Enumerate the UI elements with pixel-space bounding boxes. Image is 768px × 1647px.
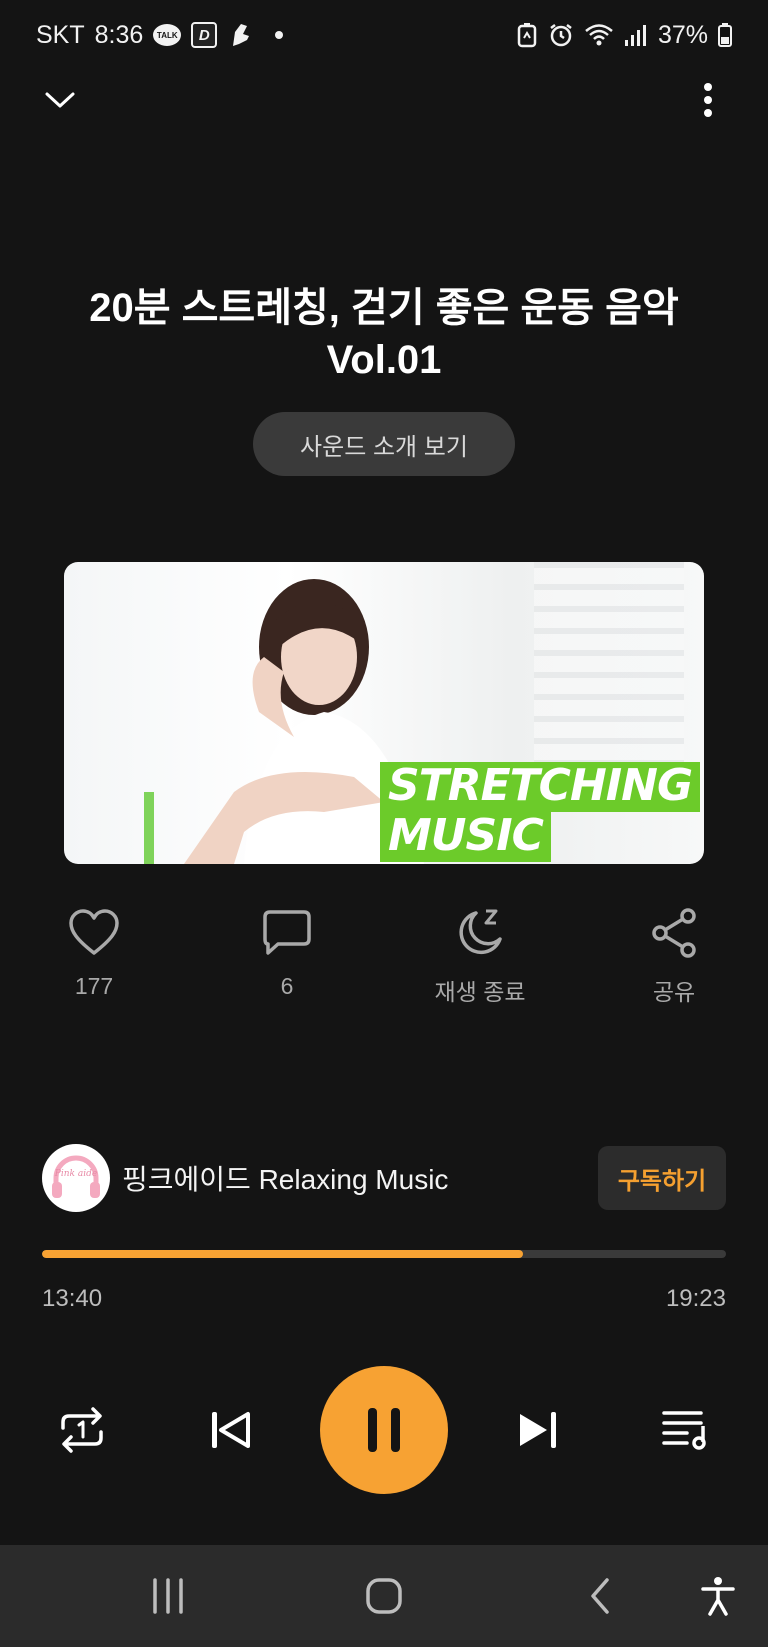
like-count: 177 bbox=[74, 973, 114, 999]
window-blind-decoration bbox=[534, 562, 684, 792]
recent-apps-icon bbox=[153, 1578, 183, 1614]
status-left: SKT 8:36 TALK D bbox=[36, 20, 284, 50]
chevron-down-icon bbox=[45, 92, 75, 108]
playlist-button[interactable] bbox=[658, 1402, 714, 1458]
accessibility-icon bbox=[701, 1577, 735, 1616]
channel-row: Pink aide 핑크에이드 Relaxing Music 구독하기 bbox=[42, 1143, 726, 1213]
alarm-icon bbox=[548, 22, 574, 48]
battery-icon bbox=[718, 22, 732, 48]
heart-icon bbox=[66, 905, 122, 961]
thumbnail-caption-line2: MUSIC bbox=[380, 812, 551, 862]
moon-sleep-icon bbox=[452, 905, 508, 961]
track-title-line2: Vol.01 bbox=[326, 338, 442, 382]
repeat-one-icon bbox=[61, 1407, 103, 1453]
track-title: 20분 스트레칭, 걷기 좋은 운동 음악 Vol.01 bbox=[40, 282, 728, 386]
more-options-button[interactable] bbox=[688, 80, 728, 120]
carrier: SKT bbox=[36, 20, 85, 49]
recent-apps-button[interactable] bbox=[143, 1571, 193, 1621]
skip-previous-icon bbox=[212, 1412, 250, 1448]
top-bar bbox=[0, 70, 768, 130]
home-button[interactable] bbox=[359, 1571, 409, 1621]
skip-next-icon bbox=[520, 1412, 556, 1448]
total-time: 19:23 bbox=[665, 1285, 726, 1312]
notification-dot-icon bbox=[275, 31, 284, 39]
clock: 8:36 bbox=[94, 20, 144, 49]
play-pause-button[interactable] bbox=[320, 1366, 448, 1494]
sleep-timer-button[interactable]: 재생 종료 bbox=[400, 905, 560, 1007]
thumbnail-caption: STRETCHING MUSIC bbox=[380, 762, 701, 862]
battery-saver-icon bbox=[516, 22, 538, 48]
playlist-icon bbox=[662, 1411, 706, 1450]
track-thumbnail: STRETCHING MUSIC bbox=[64, 562, 704, 864]
back-icon bbox=[591, 1578, 609, 1614]
svg-text:Pink aide: Pink aide bbox=[54, 1169, 97, 1179]
channel-avatar[interactable]: Pink aide bbox=[42, 1144, 110, 1212]
playback-controls bbox=[0, 1366, 768, 1494]
sound-intro-button[interactable]: 사운드 소개 보기 bbox=[253, 412, 515, 476]
comment-icon bbox=[259, 905, 315, 961]
signal-icon bbox=[624, 22, 648, 48]
home-icon bbox=[366, 1578, 402, 1614]
action-row: 177 6 재생 종료 공유 bbox=[0, 905, 768, 1005]
previous-button[interactable] bbox=[202, 1402, 258, 1458]
accessibility-button[interactable] bbox=[693, 1571, 743, 1621]
status-bar: SKT 8:36 TALK D 37% bbox=[0, 0, 768, 70]
channel-name[interactable]: 핑크에이드 Relaxing Music bbox=[122, 1158, 448, 1198]
comment-button[interactable]: 6 bbox=[207, 905, 367, 1000]
pause-icon bbox=[368, 1408, 400, 1452]
system-nav-bar bbox=[0, 1545, 768, 1647]
wifi-icon bbox=[584, 22, 614, 48]
share-icon bbox=[646, 905, 702, 961]
current-time: 13:40 bbox=[42, 1285, 103, 1312]
d-app-icon: D bbox=[191, 22, 218, 48]
share-label: 공유 bbox=[652, 979, 696, 1005]
progress-bar[interactable] bbox=[42, 1250, 726, 1258]
more-vertical-icon bbox=[704, 83, 712, 117]
battery-percent: 37% bbox=[657, 20, 708, 49]
comment-count: 6 bbox=[280, 973, 294, 999]
shoe-icon bbox=[227, 22, 253, 48]
collapse-button[interactable] bbox=[40, 80, 80, 120]
headphones-logo-icon: Pink aide bbox=[52, 1155, 100, 1198]
next-button[interactable] bbox=[510, 1402, 566, 1458]
kakaotalk-icon: TALK bbox=[153, 24, 182, 46]
status-right: 37% bbox=[516, 21, 732, 50]
track-title-line1: 20분 스트레칭, 걷기 좋은 운동 음악 bbox=[89, 286, 679, 330]
back-button[interactable] bbox=[575, 1571, 625, 1621]
thumbnail-caption-line1: STRETCHING bbox=[380, 762, 701, 812]
repeat-button[interactable] bbox=[54, 1402, 110, 1458]
subscribe-button[interactable]: 구독하기 bbox=[598, 1146, 726, 1210]
share-button[interactable]: 공유 bbox=[594, 905, 754, 1007]
sleep-timer-label: 재생 종료 bbox=[434, 979, 526, 1005]
progress-fill bbox=[42, 1250, 523, 1258]
like-button[interactable]: 177 bbox=[14, 905, 174, 1000]
